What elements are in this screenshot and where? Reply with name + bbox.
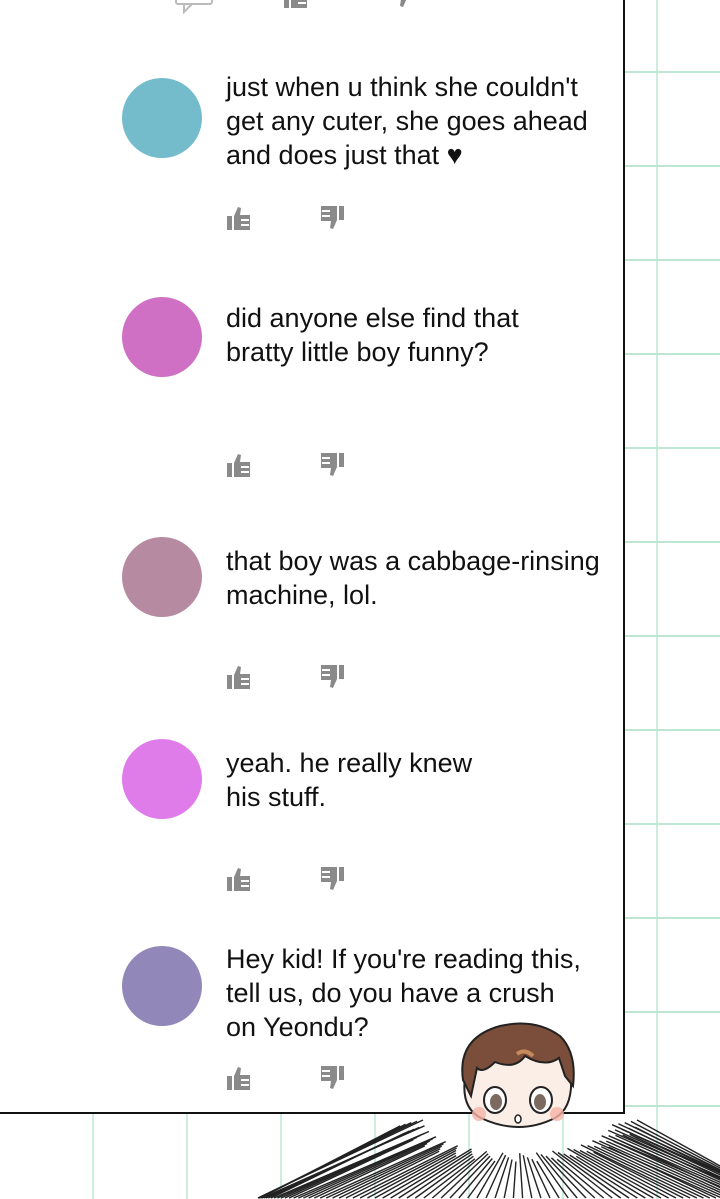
thumbs-up-icon[interactable] — [282, 0, 310, 10]
thumbs-down-icon[interactable] — [318, 865, 346, 893]
thumbs-up-icon[interactable] — [225, 1064, 253, 1092]
avatar[interactable] — [122, 537, 202, 617]
comment-actions — [225, 865, 365, 893]
comment-actions — [225, 204, 365, 232]
comment-icon[interactable] — [174, 0, 216, 14]
comment-text: yeah. he really knew his stuff. — [226, 748, 473, 812]
avatar[interactable] — [122, 297, 202, 377]
thumbs-down-icon[interactable] — [388, 0, 416, 10]
avatar[interactable] — [122, 739, 202, 819]
thumbs-down-icon[interactable] — [318, 1064, 346, 1092]
thumbs-up-icon[interactable] — [225, 663, 253, 691]
comment-text: that boy was a cabbage-rinsing machine, … — [226, 546, 600, 610]
thumbs-up-icon[interactable] — [225, 451, 253, 479]
thumbs-down-icon[interactable] — [318, 663, 346, 691]
comment-text: did anyone else find that bratty little … — [226, 303, 519, 367]
comment-text: just when u think she couldn't get any c… — [226, 72, 588, 170]
thumbs-down-icon[interactable] — [318, 451, 346, 479]
thumbs-down-icon[interactable] — [318, 204, 346, 232]
avatar[interactable] — [122, 78, 202, 158]
comment-actions — [225, 451, 365, 479]
comment-actions — [225, 663, 365, 691]
thumbs-up-icon[interactable] — [225, 204, 253, 232]
thumbs-up-icon[interactable] — [225, 865, 253, 893]
comment-actions — [225, 1064, 365, 1092]
previous-comment-actions — [174, 0, 434, 16]
chibi-character — [461, 1022, 575, 1128]
comment-panel: just when u think she couldn't get any c… — [0, 0, 625, 1114]
avatar[interactable] — [122, 946, 202, 1026]
